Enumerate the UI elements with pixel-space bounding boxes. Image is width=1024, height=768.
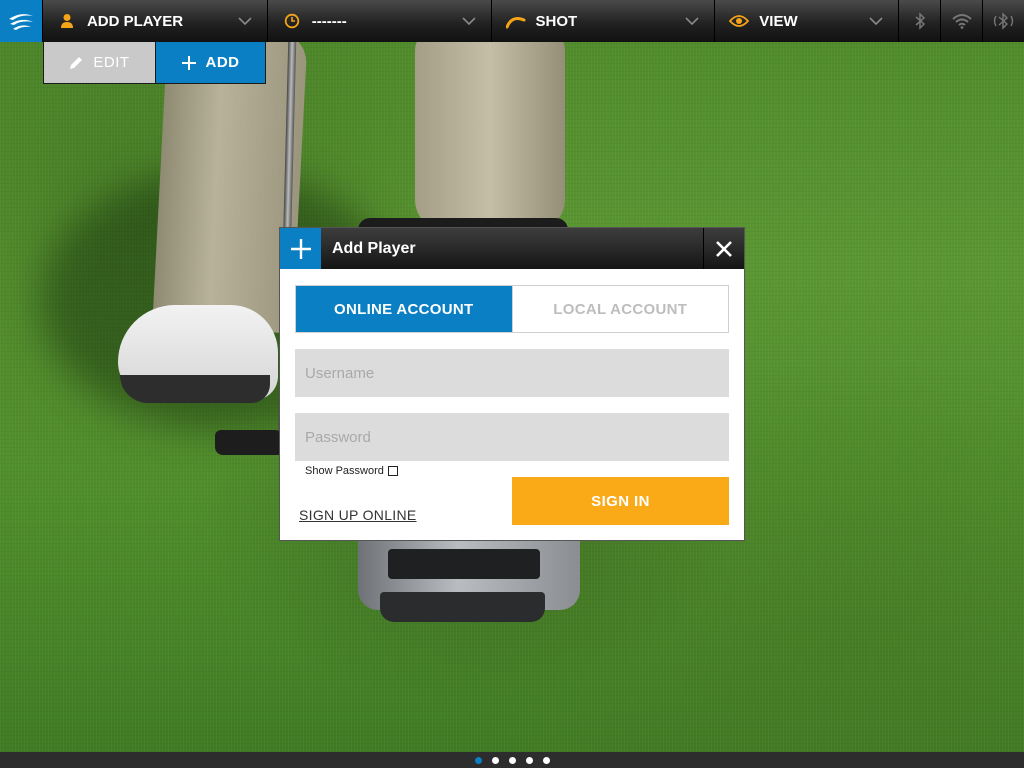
bluetooth-status[interactable]: [898, 0, 940, 42]
page-dot-3[interactable]: [508, 756, 516, 764]
menu-session-time[interactable]: -------: [266, 0, 491, 42]
wifi-status[interactable]: [940, 0, 982, 42]
dialog-close-button[interactable]: [703, 228, 744, 269]
shot-arc-icon: [505, 11, 526, 31]
launch-monitor-ports: [388, 549, 540, 579]
show-password-label: Show Password: [305, 465, 384, 477]
device-signal-status[interactable]: [982, 0, 1024, 42]
edit-button-label: EDIT: [93, 54, 130, 71]
golfer-right-leg: [415, 30, 565, 230]
clock-icon: [282, 11, 302, 31]
dialog-title: Add Player: [332, 239, 416, 257]
wifi-icon: [951, 14, 972, 29]
show-password-checkbox[interactable]: [387, 466, 398, 476]
top-toolbar: ADD PLAYER ------- SHOT VIEW: [0, 0, 1024, 42]
putter-head: [215, 430, 285, 455]
menu-shot[interactable]: SHOT: [490, 0, 715, 42]
edit-button[interactable]: EDIT: [44, 42, 155, 83]
chevron-down-icon: [869, 17, 883, 26]
tab-local-account[interactable]: LOCAL ACCOUNT: [511, 286, 728, 332]
page-dot-1[interactable]: [474, 756, 482, 764]
player-actions-bar: EDIT ADD: [43, 42, 266, 84]
eye-icon: [729, 11, 750, 31]
bluetooth-icon: [915, 12, 925, 30]
plus-icon: [181, 55, 196, 70]
menu-label: -------: [311, 12, 347, 30]
close-icon: [716, 240, 732, 257]
menu-label: ADD PLAYER: [86, 12, 184, 30]
person-icon: [57, 11, 77, 31]
app-logo[interactable]: [0, 0, 42, 42]
add-button-label: ADD: [205, 54, 240, 71]
chevron-down-icon: [685, 17, 699, 26]
golfer-shoe-sole: [120, 375, 270, 403]
device-signal-icon: [993, 12, 1013, 30]
dialog-plus-badge: [280, 228, 321, 269]
dialog-header: Add Player: [280, 228, 744, 269]
page-indicator: [0, 752, 1024, 768]
chevron-down-icon: [238, 17, 252, 26]
page-dot-4[interactable]: [525, 756, 533, 764]
pencil-icon: [70, 56, 83, 69]
add-player-dialog: Add Player ONLINE ACCOUNT LOCAL ACCOUNT …: [279, 227, 745, 541]
username-input[interactable]: [295, 349, 729, 397]
signup-online-link[interactable]: SIGN UP ONLINE: [299, 507, 417, 523]
menu-label: VIEW: [759, 12, 798, 30]
swoosh-logo-icon: [8, 14, 33, 30]
page-dot-2[interactable]: [491, 756, 499, 764]
menu-label: SHOT: [535, 12, 578, 30]
add-button[interactable]: ADD: [155, 42, 265, 83]
plus-icon: [290, 238, 311, 259]
password-input[interactable]: [295, 413, 729, 461]
show-password-toggle[interactable]: Show Password: [305, 465, 398, 477]
chevron-down-icon: [461, 17, 476, 26]
account-type-tabs: ONLINE ACCOUNT LOCAL ACCOUNT: [295, 285, 729, 333]
page-dot-5[interactable]: [542, 756, 550, 764]
sign-in-button[interactable]: SIGN IN: [512, 477, 729, 525]
menu-view[interactable]: VIEW: [714, 0, 898, 42]
tab-online-account[interactable]: ONLINE ACCOUNT: [296, 286, 512, 332]
launch-monitor-base: [380, 592, 545, 622]
menu-add-player[interactable]: ADD PLAYER: [41, 0, 267, 42]
